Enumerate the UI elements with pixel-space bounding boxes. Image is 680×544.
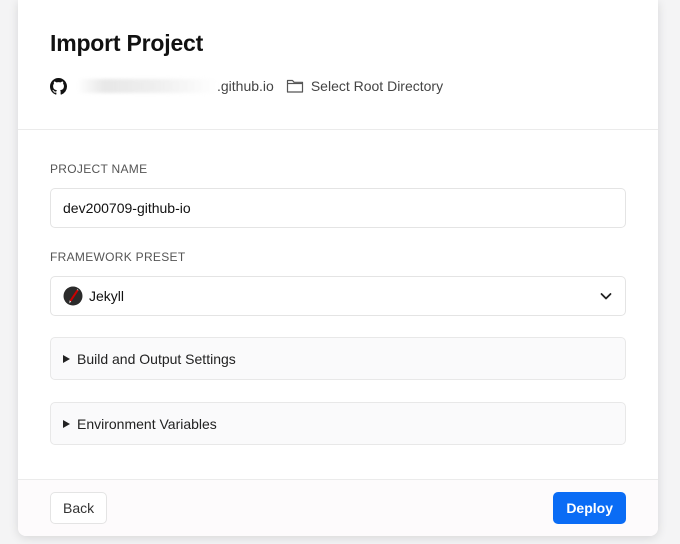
select-root-directory-button[interactable]: Select Root Directory: [286, 78, 443, 94]
framework-selected: Jekyll: [63, 286, 124, 306]
page-title: Import Project: [50, 30, 204, 56]
expand-triangle-icon: [63, 354, 70, 363]
repo-name-suffix: .github.io: [217, 78, 274, 94]
dialog-header: Import Project .github.io Select Root Di…: [18, 0, 658, 130]
import-project-dialog: Import Project .github.io Select Root Di…: [18, 0, 658, 536]
select-root-directory-label: Select Root Directory: [310, 78, 444, 94]
framework-preset-label: FRAMEWORK PRESET: [50, 250, 186, 264]
redacted-repo-owner: [77, 79, 217, 93]
repo-info: .github.io Select Root Directory: [50, 76, 626, 96]
expand-triangle-icon: [63, 419, 70, 428]
chevron-down-icon: [600, 293, 612, 300]
environment-variables-label: Environment Variables: [77, 415, 217, 432]
github-icon: [50, 77, 67, 95]
environment-variables-toggle[interactable]: Environment Variables: [50, 402, 626, 445]
build-output-settings-label: Build and Output Settings: [77, 350, 236, 367]
deploy-button[interactable]: Deploy: [553, 492, 626, 524]
dialog-body: PROJECT NAME FRAMEWORK PRESET Jekyll Bui…: [18, 130, 658, 479]
framework-value: Jekyll: [89, 288, 125, 304]
framework-preset-select[interactable]: Jekyll: [50, 276, 626, 316]
back-button[interactable]: Back: [50, 492, 108, 524]
project-name-input[interactable]: [50, 188, 626, 228]
folder-icon: [286, 79, 303, 93]
project-name-label: PROJECT NAME: [50, 162, 148, 176]
dialog-footer: Back Deploy: [18, 479, 658, 536]
build-output-settings-toggle[interactable]: Build and Output Settings: [50, 337, 626, 380]
jekyll-icon: [63, 286, 83, 306]
